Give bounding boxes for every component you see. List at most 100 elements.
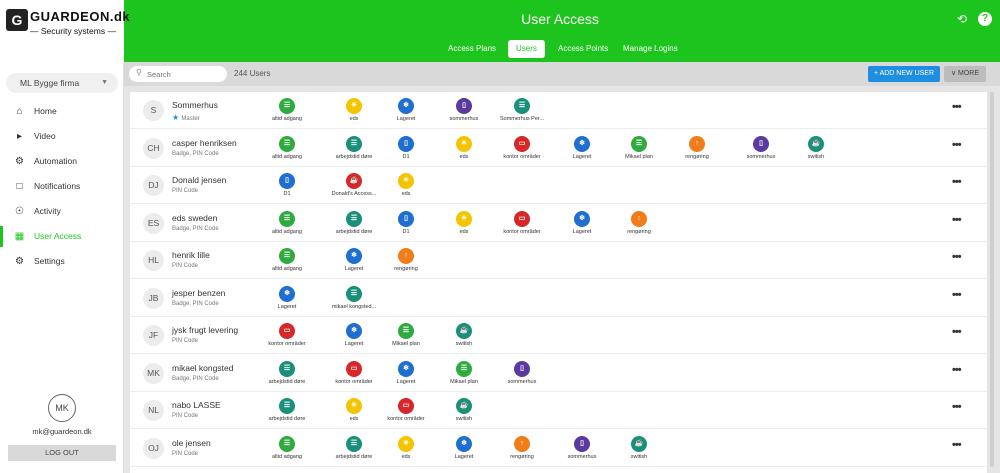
table-row[interactable]: NL nabo LASSE PIN Code ☰ arbejdstid døre ☀ eds… bbox=[130, 392, 987, 429]
account-email: mk@guardeon.dk bbox=[32, 427, 92, 436]
door-icon: ▯ bbox=[574, 435, 590, 452]
more-options-icon[interactable]: ••• bbox=[952, 289, 962, 301]
more-options-icon[interactable]: ••• bbox=[952, 401, 962, 413]
search-box[interactable]: ⚲ bbox=[129, 66, 227, 82]
sidebar-item-automation[interactable]: ⚙ Automation bbox=[0, 149, 124, 174]
avatar: ES bbox=[143, 212, 164, 234]
sidebar-item-notifications[interactable]: □ Notifications bbox=[0, 174, 124, 199]
access-point-label: altid adgang bbox=[272, 266, 302, 272]
access-point-item[interactable]: ▯ sommerhus bbox=[487, 360, 557, 391]
table-row[interactable]: ES eds sweden Badge, PIN Code ☰ altid adgang… bbox=[130, 205, 987, 242]
more-options-icon[interactable]: ••• bbox=[952, 439, 962, 451]
user-name[interactable]: ole jensen bbox=[172, 438, 211, 448]
more-options-icon[interactable]: ••• bbox=[952, 364, 962, 376]
scrollbar[interactable] bbox=[990, 92, 994, 467]
door-icon: ▯ bbox=[398, 135, 414, 152]
add-user-button[interactable]: + ADD NEW USER bbox=[868, 66, 940, 82]
avatar: DJ bbox=[143, 175, 164, 196]
user-name[interactable]: mikael kongsted bbox=[172, 363, 233, 373]
sidebar-item-home[interactable]: ⌂ Home bbox=[0, 99, 124, 124]
access-point-item[interactable]: ☀ eds bbox=[371, 173, 441, 203]
sidebar-item-label: Home bbox=[34, 106, 57, 116]
access-point-item[interactable]: ☰ altid adgang bbox=[252, 248, 322, 278]
user-credentials: PIN Code bbox=[172, 451, 198, 457]
access-point-item[interactable]: ↑ rengøring bbox=[662, 135, 732, 166]
tab-access-plans[interactable]: Access Plans bbox=[440, 40, 504, 58]
user-credentials-text: Master bbox=[181, 116, 200, 122]
avatar: NL bbox=[143, 400, 164, 421]
more-options-icon[interactable]: ••• bbox=[952, 101, 962, 113]
access-point-item[interactable]: ☰ altid adgang bbox=[252, 135, 322, 166]
access-point-item[interactable]: ❄ Lageret bbox=[252, 285, 322, 316]
more-options-icon[interactable]: ••• bbox=[952, 251, 962, 263]
access-point-label: sommerhus bbox=[507, 378, 537, 385]
access-point-item[interactable]: ☰ arbejdstid døre bbox=[252, 398, 322, 428]
user-name[interactable]: casper henriksen bbox=[172, 138, 237, 148]
avatar[interactable]: MK bbox=[48, 394, 76, 422]
table-row[interactable]: OJ ole jensen PIN Code ☰ altid adgang ☰ arbejd… bbox=[130, 430, 987, 467]
access-point-item[interactable]: ☰ Sommerhus Per... bbox=[487, 98, 557, 128]
help-icon[interactable]: ? bbox=[978, 12, 992, 26]
user-list-area: S Sommerhus ★ Master ☰ altid adgang ☀ eds ❄ Lage… bbox=[124, 86, 1000, 473]
sidebar-item-video[interactable]: ▸ Video bbox=[0, 124, 124, 149]
more-options-icon[interactable]: ••• bbox=[952, 139, 962, 151]
access-point-item[interactable]: ▭ kontor områder bbox=[252, 323, 322, 353]
user-credentials: ★ Master bbox=[172, 113, 200, 122]
arrow-icon: ↑ bbox=[689, 135, 705, 152]
logo: G GUARDEON.dk — Security systems — bbox=[0, 0, 130, 62]
access-point-label: altid adgang bbox=[272, 116, 302, 122]
refresh-icon[interactable]: ⟲ bbox=[955, 12, 969, 26]
user-name[interactable]: Donald jensen bbox=[172, 175, 226, 185]
access-point-item[interactable]: ☰ altid adgang bbox=[252, 435, 322, 466]
sidebar-item-user-access[interactable]: ▦ User Access bbox=[0, 224, 124, 249]
more-options-icon[interactable]: ••• bbox=[952, 326, 962, 338]
door-icon: ▯ bbox=[279, 173, 295, 189]
more-button[interactable]: ∨ MORE bbox=[944, 66, 986, 82]
table-row[interactable]: JB jesper benzen Badge, PIN Code ❄ Lageret ☰ m… bbox=[130, 280, 987, 317]
user-name[interactable]: jysk frugt levering bbox=[172, 325, 238, 335]
app-root: G GUARDEON.dk — Security systems — User … bbox=[0, 0, 1000, 473]
tab-access-points[interactable]: Access Points bbox=[550, 40, 616, 58]
table-row[interactable]: JF jysk frugt levering PIN Code ▭ kontor omr… bbox=[130, 317, 987, 354]
access-point-item[interactable]: ☰ mikael kongsted... bbox=[319, 285, 389, 316]
access-point-item[interactable]: ☰ altid adgang bbox=[252, 210, 322, 241]
table-row[interactable]: MK mikael kongsted Badge, PIN Code ☰ arbejds… bbox=[130, 355, 987, 392]
search-input[interactable] bbox=[147, 68, 223, 80]
access-point-item[interactable]: ☕ switish bbox=[429, 323, 499, 353]
user-list: S Sommerhus ★ Master ☰ altid adgang ☀ eds ❄ Lage… bbox=[130, 92, 987, 473]
access-point-item[interactable]: ▯ D1 bbox=[252, 173, 322, 203]
cup-icon: ☕ bbox=[631, 435, 647, 452]
user-name[interactable]: henrik lille bbox=[172, 250, 210, 260]
logout-button[interactable]: LOG OUT bbox=[8, 445, 116, 461]
more-options-icon[interactable]: ••• bbox=[952, 214, 962, 226]
access-point-item[interactable]: ↑ rengøring bbox=[371, 248, 441, 278]
more-options-icon[interactable]: ••• bbox=[952, 176, 962, 188]
table-row[interactable]: S Sommerhus ★ Master ☰ altid adgang ☀ eds ❄ Lage… bbox=[130, 92, 987, 129]
table-row[interactable]: CH casper henriksen Badge, PIN Code ☰ altid … bbox=[130, 130, 987, 167]
user-credentials: PIN Code bbox=[172, 338, 198, 344]
access-point-item[interactable]: ☕ switish bbox=[604, 435, 674, 466]
user-access-icon: ▦ bbox=[14, 231, 25, 242]
user-name[interactable]: eds sweden bbox=[172, 213, 217, 223]
avatar: JB bbox=[143, 287, 164, 309]
company-select[interactable]: ML Bygge firma ▼ bbox=[6, 73, 118, 93]
door-icon: ▯ bbox=[514, 360, 530, 377]
access-point-item[interactable]: ☕ switish bbox=[429, 398, 499, 428]
table-row[interactable]: DJ Donald jensen PIN Code ▯ D1 ☕ Donald's Acce… bbox=[130, 167, 987, 204]
access-point-item[interactable]: ☕ switish bbox=[781, 135, 851, 166]
user-name[interactable]: nabo LASSE bbox=[172, 400, 221, 410]
user-name[interactable]: jesper benzen bbox=[172, 288, 225, 298]
user-credentials-text: PIN Code bbox=[172, 338, 199, 344]
table-row[interactable]: HL henrik lille PIN Code ☰ altid adgang ❄ Lage… bbox=[130, 242, 987, 279]
tab-manage-logins[interactable]: Manage Logins bbox=[615, 40, 686, 58]
plan-icon: ☰ bbox=[279, 210, 295, 227]
access-point-item[interactable]: ↑ rengøring bbox=[604, 210, 674, 241]
sidebar-item-activity[interactable]: ☉ Activity bbox=[0, 199, 124, 224]
access-point-item[interactable]: ☰ arbejdstid døre bbox=[252, 360, 322, 391]
tab-users[interactable]: Users bbox=[508, 40, 545, 58]
access-point-item[interactable]: ☰ altid adgang bbox=[252, 98, 322, 128]
user-name[interactable]: Sommerhus bbox=[172, 100, 218, 110]
sidebar-item-settings[interactable]: ⚙ Settings bbox=[0, 249, 124, 274]
user-credentials: PIN Code bbox=[172, 263, 198, 269]
user-credentials-text: Badge, PIN Code bbox=[172, 300, 219, 307]
